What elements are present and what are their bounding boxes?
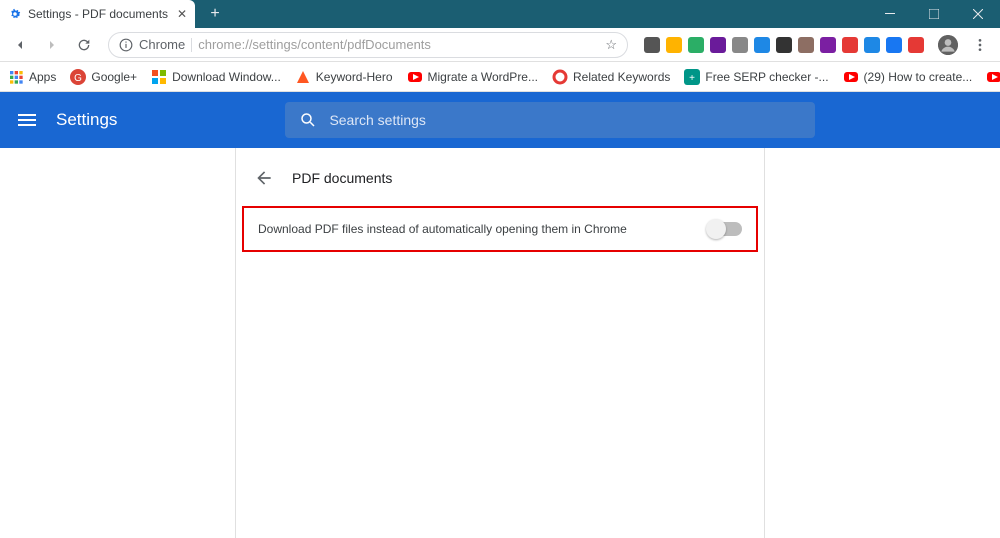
bookmark-label: Download Window... [172, 70, 281, 84]
tab-title: Settings - PDF documents [28, 7, 171, 21]
download-icon[interactable] [820, 37, 836, 53]
window-controls [868, 0, 1000, 28]
profile-avatar[interactable] [934, 31, 962, 59]
calendar-icon[interactable] [864, 37, 880, 53]
menu-icon[interactable] [18, 110, 38, 130]
serp-icon: + [684, 69, 700, 85]
bookmark-item[interactable]: (29) How to create... [843, 69, 973, 85]
omnibox-separator [191, 38, 192, 52]
bookmark-item[interactable]: G Google+ [70, 69, 137, 85]
window-titlebar: Settings - PDF documents ✕ + [0, 0, 1000, 28]
camera-icon[interactable] [644, 37, 660, 53]
settings-panel: PDF documents Download PDF files instead… [235, 148, 765, 538]
new-tab-button[interactable]: + [203, 2, 227, 26]
equalizer-icon[interactable] [732, 37, 748, 53]
setting-label: Download PDF files instead of automatica… [258, 222, 708, 236]
settings-search-input[interactable] [329, 112, 801, 128]
bookmark-item[interactable]: Migrate a WordPre... [407, 69, 538, 85]
omnibox-url: chrome://settings/content/pdfDocuments [198, 37, 599, 52]
reload-button[interactable] [70, 31, 98, 59]
bookmark-label: Apps [29, 70, 56, 84]
page-title: PDF documents [292, 170, 392, 186]
f-red-icon[interactable] [908, 37, 924, 53]
settings-title: Settings [56, 110, 117, 130]
site-info-icon[interactable] [119, 38, 133, 52]
search-icon [299, 111, 317, 129]
yt-icon [986, 69, 1000, 85]
facebook-icon[interactable] [886, 37, 902, 53]
bookmark-item[interactable]: Keyword-Hero [295, 69, 393, 85]
gear-icon [8, 7, 22, 21]
toggle-download-pdf[interactable] [708, 222, 742, 236]
ring-icon [552, 69, 568, 85]
yt-icon [407, 69, 423, 85]
k-icon[interactable] [710, 37, 726, 53]
bookmark-item[interactable]: + Free SERP checker -... [684, 69, 828, 85]
norton-icon[interactable] [666, 37, 682, 53]
bookmark-item[interactable]: Apps [8, 69, 56, 85]
gplus-icon: G [70, 69, 86, 85]
kh-icon [295, 69, 311, 85]
forward-button[interactable] [38, 31, 66, 59]
svg-text:+: + [689, 73, 695, 84]
back-button[interactable] [6, 31, 34, 59]
settings-content: PDF documents Download PDF files instead… [0, 148, 1000, 538]
bookmark-label: Migrate a WordPre... [428, 70, 538, 84]
yt-icon [843, 69, 859, 85]
evernote-icon[interactable] [688, 37, 704, 53]
cookie-icon[interactable] [798, 37, 814, 53]
bookmark-label: Keyword-Hero [316, 70, 393, 84]
bookmark-label: Google+ [91, 70, 137, 84]
minimize-button[interactable] [868, 0, 912, 28]
bookmark-label: Related Keywords [573, 70, 670, 84]
setting-row-download-pdf: Download PDF files instead of automatica… [242, 206, 758, 252]
bookmark-star-icon[interactable]: ☆ [605, 37, 617, 53]
browser-menu-button[interactable] [966, 31, 994, 59]
bookmark-item[interactable]: Download Window... [151, 69, 281, 85]
grid-red-icon[interactable] [842, 37, 858, 53]
display-icon[interactable] [776, 37, 792, 53]
ms-icon [151, 69, 167, 85]
browser-toolbar: Chrome chrome://settings/content/pdfDocu… [0, 28, 1000, 62]
bookmark-label: Free SERP checker -... [705, 70, 828, 84]
bookmark-item[interactable]: Hang Ups (Want Yo... [986, 69, 1000, 85]
apps-icon [8, 69, 24, 85]
maximize-button[interactable] [912, 0, 956, 28]
settings-search[interactable] [285, 102, 815, 138]
bookmark-label: (29) How to create... [864, 70, 973, 84]
svg-text:G: G [74, 73, 82, 84]
window-close-button[interactable] [956, 0, 1000, 28]
browser-tab[interactable]: Settings - PDF documents ✕ [0, 0, 195, 28]
address-bar[interactable]: Chrome chrome://settings/content/pdfDocu… [108, 32, 628, 58]
box-icon[interactable] [754, 37, 770, 53]
bookmarks-bar: Apps G Google+ Download Window... Keyword-He… [0, 62, 1000, 92]
settings-header: Settings [0, 92, 1000, 148]
bookmark-item[interactable]: Related Keywords [552, 69, 670, 85]
close-icon[interactable]: ✕ [177, 7, 187, 21]
extension-icons [638, 37, 930, 53]
panel-header: PDF documents [236, 152, 764, 204]
back-arrow-icon[interactable] [254, 168, 274, 188]
omnibox-scheme: Chrome [139, 37, 185, 52]
